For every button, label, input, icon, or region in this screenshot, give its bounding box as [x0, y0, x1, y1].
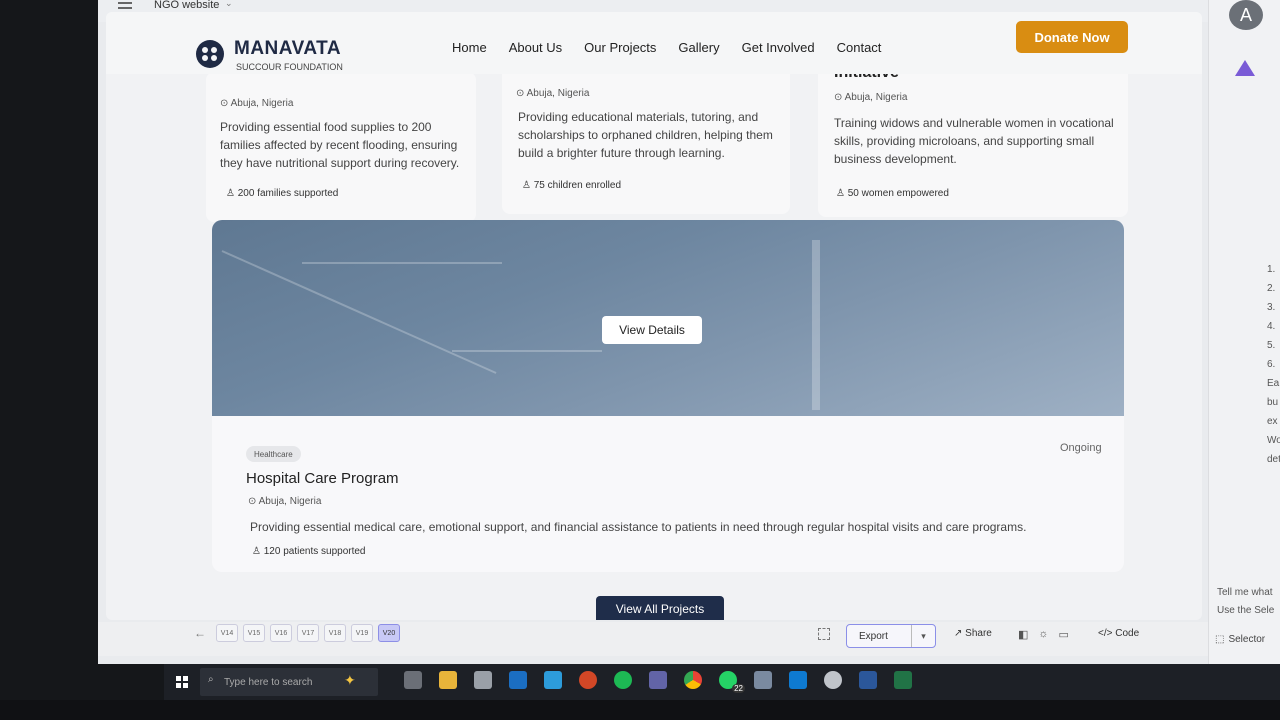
assistant-side-panel: A 1. 2. 3. 4. 5. 6. Ea bu ex Wo det Tell me wha… [1208, 0, 1280, 664]
spotify-icon[interactable] [614, 671, 632, 689]
logo-icon[interactable] [196, 40, 224, 68]
project-description: Providing essential medical care, emotio… [250, 520, 1027, 534]
file-explorer-icon[interactable] [439, 671, 457, 689]
gem-icon[interactable] [1235, 60, 1255, 76]
monitor-bezel [0, 700, 1280, 720]
sparkle-icon[interactable]: ✦ [344, 672, 356, 689]
code-button[interactable]: </> Code [1098, 628, 1139, 639]
selector-icon: ⬚ [1215, 633, 1225, 645]
card-stat: ♙ 50 women empowered [836, 188, 949, 199]
card-location: ⊙ Abuja, Nigeria [834, 92, 908, 103]
version-chip[interactable]: V18 [324, 624, 346, 642]
search-icon: ⌕ [208, 674, 214, 685]
outlook-icon[interactable] [509, 671, 527, 689]
export-button[interactable]: Export ▾ [846, 624, 936, 648]
fullscreen-icon[interactable] [818, 628, 830, 640]
vscode-icon[interactable] [789, 671, 807, 689]
store-icon[interactable] [474, 671, 492, 689]
site-header: MANAVATA SUCCOUR FOUNDATION Home About U… [106, 12, 1202, 74]
windows-taskbar: Type here to search ⌕ ✦ 22 [164, 664, 1280, 700]
card-stat: ♙ 200 families supported [226, 188, 339, 199]
project-card-food[interactable]: ⊙ Abuja, Nigeria Providing essential foo… [206, 72, 476, 222]
excel-icon[interactable] [894, 671, 912, 689]
card-description: Providing educational materials, tutorin… [518, 110, 773, 160]
card-stat: ♙ 75 children enrolled [522, 180, 622, 191]
notification-badge: 22 [732, 684, 745, 693]
whatsapp-icon[interactable]: 22 [719, 671, 745, 693]
task-view-icon[interactable] [404, 671, 422, 689]
card-location: ⊙ Abuja, Nigeria [220, 98, 294, 109]
main-nav: Home About Us Our Projects Gallery Get I… [452, 40, 881, 55]
powerpoint-icon[interactable] [579, 671, 597, 689]
edge-icon[interactable] [544, 671, 562, 689]
share-button[interactable]: ↗ Share [954, 628, 992, 639]
brand-name[interactable]: MANAVATA [234, 38, 341, 60]
project-card-education[interactable]: ⊙ Abuja, Nigeria Providing educational m… [502, 64, 790, 214]
nav-projects[interactable]: Our Projects [584, 40, 656, 55]
monitor-screen: NGO website ⌄ ⊙ Abuja, Nigeria Providing… [98, 0, 1280, 664]
brand-subtitle: SUCCOUR FOUNDATION [236, 62, 343, 72]
taskbar-apps: 22 [404, 671, 912, 693]
editor-toolbar: ← V14 V15 V16 V17 V18 V19 V20 Export ▾ ↗… [98, 622, 1208, 656]
version-chip[interactable]: V15 [243, 624, 265, 642]
nav-home[interactable]: Home [452, 40, 487, 55]
settings-gear-icon[interactable] [824, 671, 842, 689]
selector-button[interactable]: ⬚ Selector [1215, 628, 1280, 650]
sun-icon[interactable]: ☼ [1038, 628, 1048, 641]
avatar[interactable]: A [1229, 0, 1263, 30]
version-chip[interactable]: V19 [351, 624, 373, 642]
version-chip-active[interactable]: V20 [378, 624, 400, 642]
palette-icon[interactable]: ◧ [1018, 628, 1028, 641]
project-card-women[interactable]: Initiative ⊙ Abuja, Nigeria Training wid… [818, 52, 1128, 217]
back-arrow-icon[interactable]: ← [194, 626, 206, 640]
chevron-down-icon[interactable]: ▾ [911, 625, 935, 647]
view-details-button[interactable]: View Details [602, 316, 702, 344]
side-text-list: 1. 2. 3. 4. 5. 6. Ea bu ex Wo det [1267, 264, 1280, 465]
nav-contact[interactable]: Contact [837, 40, 882, 55]
nav-about[interactable]: About Us [509, 40, 562, 55]
project-location: ⊙ Abuja, Nigeria [248, 496, 322, 507]
version-chip[interactable]: V16 [270, 624, 292, 642]
document-title[interactable]: NGO website [154, 0, 219, 11]
teams-icon[interactable] [649, 671, 667, 689]
website-preview: ⊙ Abuja, Nigeria Providing essential foo… [106, 12, 1202, 620]
toolbar-icons: ◧ ☼ ▭ [1018, 628, 1069, 641]
chevron-down-icon[interactable]: ⌄ [225, 0, 233, 9]
project-photo: View Details [212, 220, 1124, 416]
card-description: Providing essential food supplies to 200… [220, 120, 460, 170]
windows-start-icon[interactable] [176, 676, 188, 688]
assistant-hint: Tell me what Use the Sele [1217, 587, 1275, 616]
status-label: Ongoing [1060, 442, 1102, 454]
export-label: Export [859, 630, 888, 642]
donate-button[interactable]: Donate Now [1016, 21, 1128, 53]
printer-icon[interactable] [754, 671, 772, 689]
panel-icon[interactable]: ▭ [1059, 628, 1069, 641]
version-chip[interactable]: V14 [216, 624, 238, 642]
version-list: V14 V15 V16 V17 V18 V19 V20 [216, 624, 400, 642]
version-chip[interactable]: V17 [297, 624, 319, 642]
word-icon[interactable] [859, 671, 877, 689]
nav-get-involved[interactable]: Get Involved [742, 40, 815, 55]
project-title: Hospital Care Program [246, 470, 399, 487]
project-stat: ♙ 120 patients supported [252, 546, 366, 557]
nav-gallery[interactable]: Gallery [678, 40, 719, 55]
card-description: Training widows and vulnerable women in … [834, 116, 1114, 166]
project-card-hospital[interactable]: View Details Healthcare Ongoing Hospital… [212, 220, 1124, 572]
category-tag: Healthcare [246, 446, 301, 462]
chrome-icon[interactable] [684, 671, 702, 689]
card-location: ⊙ Abuja, Nigeria [516, 88, 590, 99]
view-all-projects-button[interactable]: View All Projects [596, 596, 724, 620]
